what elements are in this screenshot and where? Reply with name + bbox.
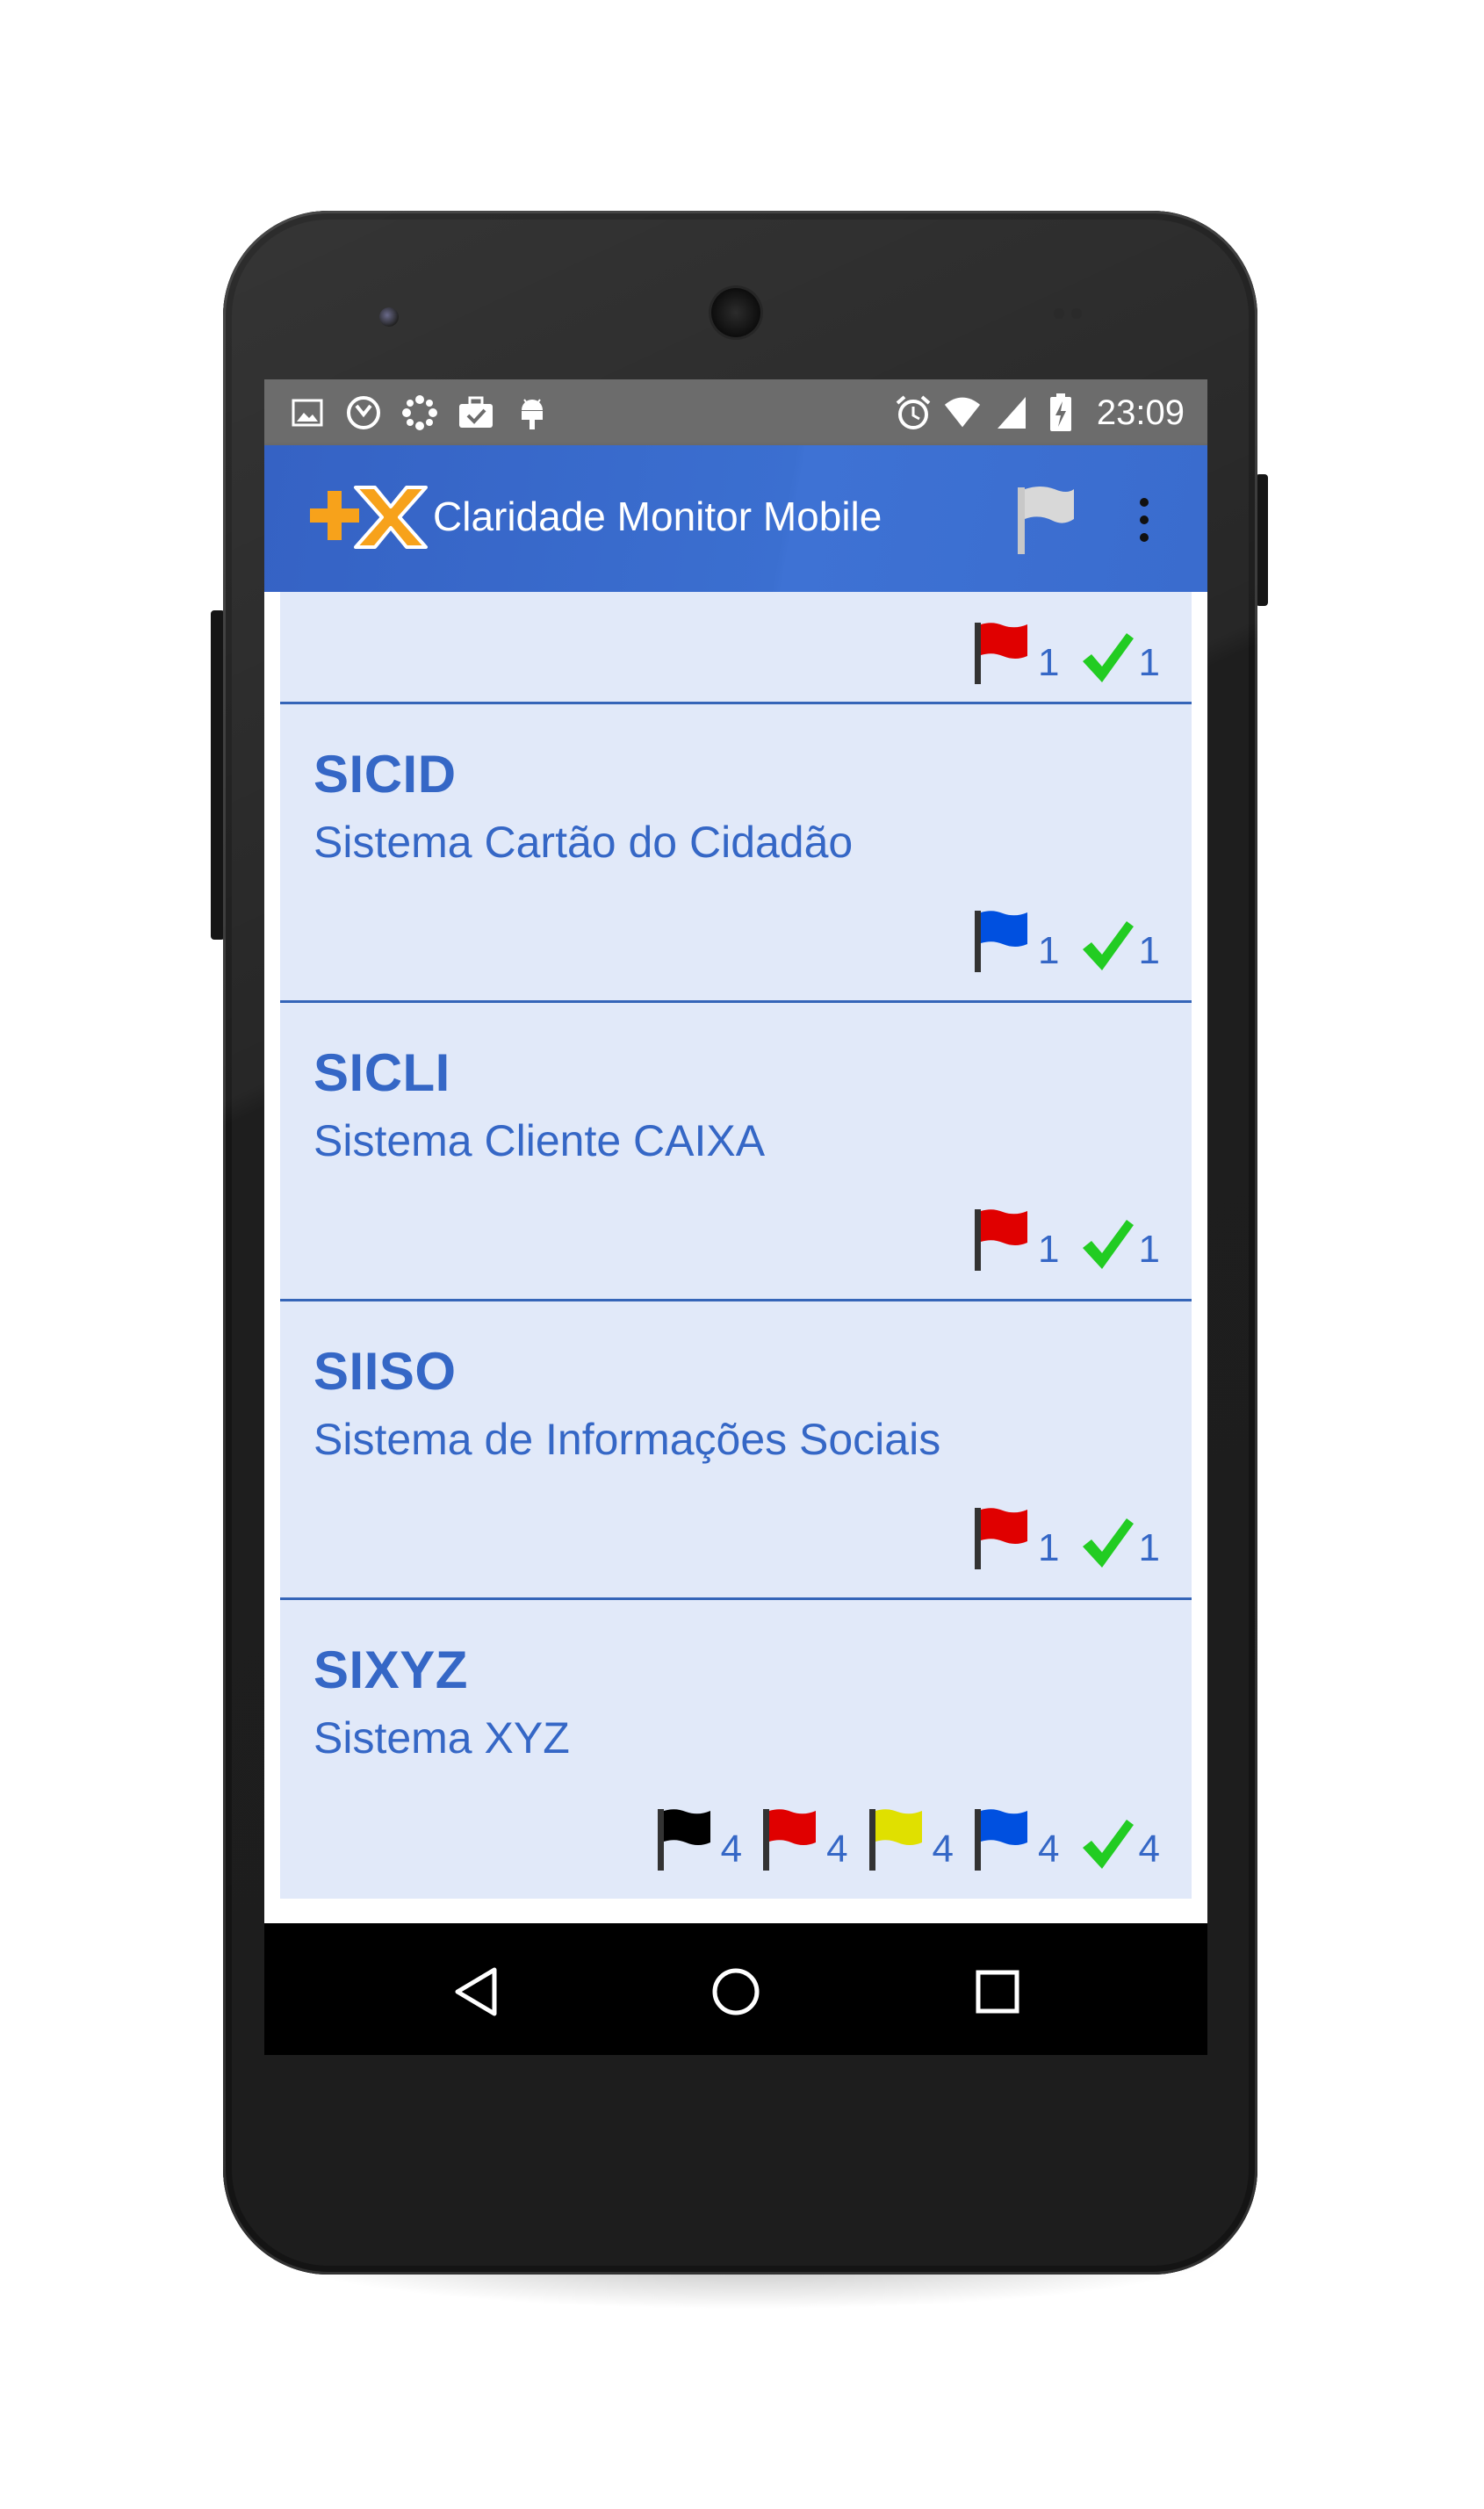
blue-flag-counter: 1 [973,909,1060,974]
yellow-flag-icon [868,1809,922,1871]
clock-app-icon [345,394,382,431]
back-button[interactable] [440,1957,510,2027]
red-flag-counter: 1 [973,621,1060,686]
wifi-icon [944,394,981,431]
red-flag-icon [975,623,1028,684]
red-flag-icon [975,1508,1028,1569]
red-flag-counter: 1 [973,1506,1060,1571]
check-count: 1 [1138,1228,1160,1271]
alert-counters: 1 1 [954,621,1160,686]
check-counter: 1 [1079,1515,1160,1571]
blue-flag-icon [975,911,1028,972]
check-count: 1 [1138,641,1160,684]
red-flag-counter: 4 [761,1807,848,1872]
plus-x-logo [310,486,428,549]
blue-flag-icon [975,1809,1028,1871]
check-icon [1082,1820,1134,1869]
flag-filter-button[interactable] [1011,480,1081,556]
proximity-sensors [1054,307,1089,320]
list-item[interactable]: SIISO Sistema de Informações Sociais 1 1 [280,1301,1192,1600]
screen: 23:09 Claridade Monitor Mobile 1 1 SICID… [264,379,1207,2055]
alarm-icon [895,394,932,431]
check-counter: 1 [1079,630,1160,686]
overflow-menu-icon[interactable] [1127,489,1162,551]
home-button[interactable] [701,1957,771,2027]
list-item[interactable]: 1 1 [280,592,1192,704]
check-icon [1082,921,1134,970]
blue-flag-counter: 4 [973,1807,1060,1872]
check-count: 1 [1138,1526,1160,1569]
signal-icon [993,394,1030,431]
check-icon [1082,633,1134,682]
system-name: Sistema de Informações Sociais [313,1415,941,1464]
blue-flag-count: 4 [1038,1828,1060,1871]
navigation-bar [264,1923,1207,2055]
status-time: 23:09 [1096,393,1185,432]
app-title: Claridade Monitor Mobile [433,494,882,539]
check-counter: 1 [1079,1216,1160,1273]
image-icon [289,394,326,431]
red-flag-icon [763,1809,817,1871]
check-icon [1082,1518,1134,1568]
system-name: Sistema Cliente CAIXA [313,1116,766,1165]
red-flag-count: 1 [1038,1526,1060,1569]
red-flag-icon [975,1209,1028,1271]
red-flag-count: 1 [1038,1228,1060,1271]
status-bar: 23:09 [264,379,1207,445]
power-button [1256,474,1268,606]
red-flag-count: 4 [826,1828,848,1871]
front-camera-icon [379,307,399,327]
android-debug-icon [514,394,551,431]
black-flag-counter: 4 [656,1807,742,1872]
system-code: SIXYZ [313,1640,468,1699]
flag-filter-icon [1018,487,1074,554]
system-code: SICLI [313,1043,450,1102]
earpiece-speaker-icon [711,288,760,337]
alert-counters: 1 1 [954,909,1160,974]
recents-button[interactable] [962,1957,1033,2027]
check-counter: 4 [1079,1816,1160,1872]
system-status-icons: 23:09 [895,392,1185,434]
home-icon [712,1968,760,2015]
yellow-flag-count: 4 [932,1828,955,1871]
alert-counters: 1 1 [954,1208,1160,1273]
system-name: Sistema XYZ [313,1713,570,1763]
notification-icons [289,392,551,434]
back-icon [455,1967,497,2016]
alert-counters: 4 4 4 4 4 [637,1807,1160,1872]
alert-counters: 1 1 [954,1506,1160,1571]
system-code: SIISO [313,1342,457,1401]
yellow-flag-counter: 4 [868,1807,954,1872]
app-bar: Claridade Monitor Mobile [264,445,1207,592]
list-item[interactable]: SIXYZ Sistema XYZ 4 4 4 4 4 [280,1600,1192,1899]
check-counter: 1 [1079,918,1160,974]
red-flag-count: 1 [1038,641,1060,684]
system-name: Sistema Cartão do Cidadão [313,818,854,867]
briefcase-check-icon [457,394,494,431]
list-item[interactable]: SICLI Sistema Cliente CAIXA 1 1 [280,1003,1192,1301]
dots-icon [401,394,438,431]
check-icon [1082,1220,1134,1269]
recents-icon [976,1970,1019,2014]
battery-charging-icon [1042,393,1079,431]
systems-list: 1 1 SICID Sistema Cartão do Cidadão 1 1 [264,592,1207,1923]
blue-flag-count: 1 [1038,929,1060,972]
check-count: 4 [1138,1828,1160,1871]
red-flag-counter: 1 [973,1208,1060,1273]
system-code: SICID [313,745,457,804]
black-flag-count: 4 [720,1828,743,1871]
check-count: 1 [1138,929,1160,972]
black-flag-icon [657,1809,710,1871]
list-item[interactable]: SICID Sistema Cartão do Cidadão 1 1 [280,704,1192,1003]
